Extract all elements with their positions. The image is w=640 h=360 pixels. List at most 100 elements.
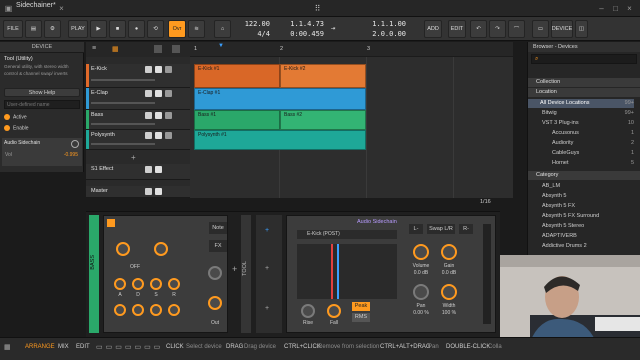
release-knob-b[interactable] <box>168 304 180 316</box>
pan-value[interactable]: 0.00 % <box>406 310 436 316</box>
undo-icon[interactable]: ↶ <box>470 20 487 38</box>
decay-knob-a[interactable] <box>132 278 144 290</box>
track-list-icon[interactable]: ≡ <box>92 45 96 52</box>
fold-icon[interactable]: ⌒ <box>508 20 525 38</box>
overwrite-button[interactable]: Ovr <box>168 20 186 38</box>
track-e-kick[interactable]: E-Kick <box>86 64 190 88</box>
mute-button[interactable] <box>145 66 152 73</box>
location-section[interactable]: Location <box>528 88 640 97</box>
mute-button[interactable] <box>145 166 152 173</box>
position-time-display[interactable]: 0:00.459 <box>282 29 324 39</box>
location-item[interactable]: Hornet 5 <box>528 159 634 168</box>
solo-button[interactable] <box>155 188 162 195</box>
rise-knob[interactable] <box>301 304 315 318</box>
sidechain-source-select[interactable]: E-Kick (POST) <box>297 230 397 239</box>
solo-button[interactable] <box>155 112 162 119</box>
save-icon[interactable]: ▤ <box>25 20 42 38</box>
clip-e-kick-1[interactable]: E-Kick #1 <box>194 64 280 88</box>
add-button[interactable]: ADD <box>424 20 442 38</box>
time-signature-display[interactable]: 4/4 <box>236 29 270 39</box>
note-button[interactable]: Note <box>209 222 227 234</box>
track-s1-effect[interactable]: S1 Effect <box>86 164 190 180</box>
position-bars-display[interactable]: 1.1.4.73 <box>282 19 324 29</box>
out-knob[interactable] <box>208 296 222 310</box>
solo-button[interactable] <box>155 132 162 139</box>
app-menu-icon[interactable]: ▣ <box>3 3 14 14</box>
device-item[interactable]: Absynth 5 Stereo <box>528 222 634 231</box>
edit-button[interactable]: EDIT <box>448 20 466 38</box>
panel-toggle-icon[interactable]: ◫ <box>575 20 588 38</box>
audio-sidechain-device[interactable]: Audio Sidechain E-Kick (POST) Rise Fall … <box>286 215 496 333</box>
modulator-slot-icon[interactable]: + <box>265 305 269 312</box>
device-button[interactable]: DEVICE <box>551 20 573 38</box>
filter-knob[interactable] <box>154 242 168 256</box>
browser-search-input[interactable]: ⌕ <box>531 54 637 64</box>
file-button[interactable]: FILE <box>3 20 23 38</box>
volume-fader[interactable] <box>91 79 155 81</box>
decay-knob-b[interactable] <box>132 304 144 316</box>
track-e-clap[interactable]: E-Clap <box>86 88 190 110</box>
attack-knob-a[interactable] <box>114 278 126 290</box>
volume-value[interactable]: 0.0 dB <box>406 270 436 276</box>
location-item[interactable]: Accusonus 1 <box>528 129 634 138</box>
minimize-icon[interactable]: – <box>596 3 607 14</box>
clip-e-clap-1[interactable]: E-Clap #1 <box>194 88 366 110</box>
metronome-icon[interactable]: ⌂ <box>214 20 231 38</box>
arrange-view-button[interactable]: ARRANGE <box>25 344 55 350</box>
redo-icon[interactable]: ↷ <box>489 20 506 38</box>
track-name[interactable]: S1 Effect <box>91 166 113 172</box>
modulator-slot-icon[interactable]: + <box>265 265 269 272</box>
timeline-ruler[interactable]: 1 2 3 ▼ <box>190 42 513 57</box>
solo-button[interactable] <box>155 90 162 97</box>
arm-button[interactable] <box>165 90 172 97</box>
release-knob-a[interactable] <box>168 278 180 290</box>
edit-view-button[interactable]: EDIT <box>76 344 90 350</box>
mute-button[interactable] <box>145 90 152 97</box>
peak-button[interactable]: Peak <box>352 302 370 311</box>
mix-view-button[interactable]: MIX <box>58 344 69 350</box>
solo-button[interactable] <box>155 66 162 73</box>
width-knob[interactable] <box>441 284 457 300</box>
location-item[interactable]: CableGuys 1 <box>528 149 634 158</box>
device-item[interactable]: Absynth 5 <box>528 192 634 201</box>
collection-section[interactable]: Collection <box>528 78 640 87</box>
active-toggle[interactable]: Active <box>4 114 80 120</box>
clip-bass-1[interactable]: Bass #1 <box>194 110 280 130</box>
play-icon[interactable]: ▶ <box>90 20 107 38</box>
clip-e-kick-2[interactable]: E-Kick #2 <box>280 64 366 88</box>
document-tab[interactable]: Sidechainer* <box>16 2 56 9</box>
loop-icon[interactable]: ⟲ <box>147 20 164 38</box>
track-polysynth[interactable]: Polysynth <box>86 130 190 150</box>
mute-button[interactable] <box>145 132 152 139</box>
modulator-card[interactable]: Audio Sidechain Vol -0.995 <box>2 138 82 166</box>
loop-length-display[interactable]: 2.0.0.00 <box>366 29 406 39</box>
add-track-icon[interactable]: + <box>131 153 136 162</box>
rms-button[interactable]: RMS <box>352 313 370 322</box>
sustain-knob-b[interactable] <box>150 304 162 316</box>
osc-knob[interactable] <box>116 242 130 256</box>
layout-icon[interactable]: ▭ <box>532 20 549 38</box>
device-enable-icon[interactable] <box>107 219 115 227</box>
enable-toggle[interactable]: Enable <box>4 125 80 131</box>
show-help-button[interactable]: Show Help <box>4 88 80 97</box>
clip-bass-2[interactable]: Bass #2 <box>280 110 366 130</box>
location-item[interactable]: All Device Locations 99+ <box>528 99 634 108</box>
track-name[interactable]: E-Kick <box>91 66 107 72</box>
width-value[interactable]: 100 % <box>434 310 464 316</box>
location-item[interactable]: Audiority 2 <box>528 139 634 148</box>
invert-left-button[interactable]: L- <box>409 224 423 234</box>
track-name[interactable]: E-Clap <box>91 90 108 96</box>
vol-value[interactable]: -0.995 <box>64 152 78 158</box>
stop-icon[interactable]: ■ <box>109 20 126 38</box>
record-icon[interactable]: ● <box>128 20 145 38</box>
device-item[interactable]: Absynth 5 FX <box>528 202 634 211</box>
attack-knob-b[interactable] <box>114 304 126 316</box>
location-item[interactable]: VST 3 Plug-ins 10 <box>528 119 634 128</box>
track-name[interactable]: Bass <box>91 112 103 118</box>
tempo-display[interactable]: 122.00 <box>236 19 270 29</box>
track-view-icon[interactable]: ▦ <box>112 45 119 53</box>
volume-fader[interactable] <box>91 143 155 145</box>
solo-button[interactable] <box>155 166 162 173</box>
device-item[interactable]: Absynth 5 FX Surround <box>528 212 634 221</box>
add-device-icon[interactable]: + <box>232 264 237 274</box>
